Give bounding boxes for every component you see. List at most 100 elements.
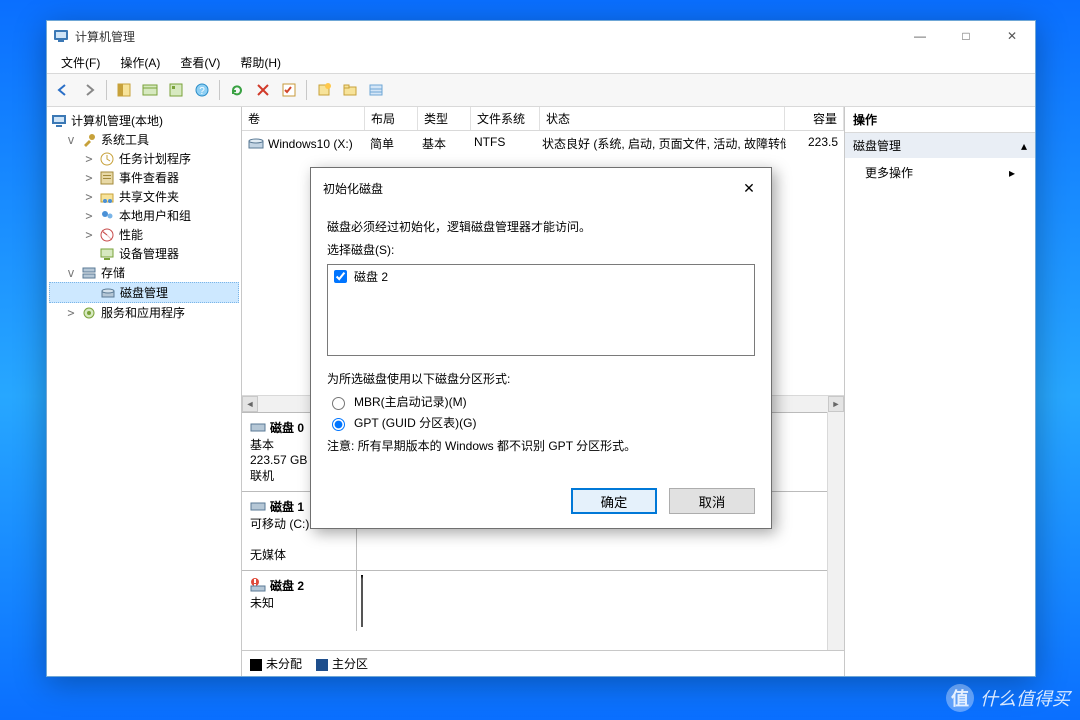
toolbar-sep — [219, 80, 220, 100]
clock-icon — [99, 151, 115, 167]
dialog-close-button[interactable]: ✕ — [737, 176, 761, 200]
menu-view[interactable]: 查看(V) — [170, 52, 230, 73]
tree-services[interactable]: > 服务和应用程序 — [49, 303, 239, 322]
expander-icon[interactable]: v — [65, 266, 77, 280]
menu-help[interactable]: 帮助(H) — [230, 52, 291, 73]
legend-primary-label: 主分区 — [332, 657, 368, 671]
show-hide-tree-button[interactable] — [112, 78, 136, 102]
select-disk-label: 选择磁盘(S): — [327, 241, 755, 258]
maximize-button[interactable]: □ — [943, 21, 989, 51]
drive-alert-icon — [250, 577, 266, 593]
chevron-up-icon: ▴ — [1021, 139, 1027, 153]
chevron-right-icon: ▸ — [1009, 166, 1015, 180]
disk-checkbox[interactable] — [334, 270, 347, 283]
tree-label: 本地用户和组 — [119, 207, 191, 224]
disk-name: 磁盘 2 — [270, 577, 304, 594]
disk-select-label: 磁盘 2 — [354, 268, 388, 285]
col-volume[interactable]: 卷 — [242, 107, 365, 130]
close-button[interactable]: ✕ — [989, 21, 1035, 51]
actions-more[interactable]: 更多操作 ▸ — [845, 158, 1035, 187]
expander-icon[interactable]: v — [65, 133, 77, 147]
actions-more-label: 更多操作 — [865, 164, 913, 181]
expander-icon[interactable]: > — [83, 228, 95, 242]
help-button[interactable]: ? — [190, 78, 214, 102]
tree-label: 设备管理器 — [119, 245, 179, 262]
folder-button[interactable] — [338, 78, 362, 102]
tree-root-label: 计算机管理(本地) — [71, 112, 163, 129]
disk-row-2[interactable]: 磁盘 2 未知 — [242, 570, 827, 631]
disk-select-list[interactable]: 磁盘 2 — [327, 264, 755, 356]
expander-icon[interactable]: > — [83, 171, 95, 185]
list-view-button[interactable] — [364, 78, 388, 102]
v-scrollbar[interactable] — [827, 412, 844, 651]
partition-unallocated[interactable] — [361, 575, 363, 627]
tree-storage[interactable]: v 存储 — [49, 263, 239, 282]
actions-category[interactable]: 磁盘管理 ▴ — [845, 133, 1035, 158]
window-title: 计算机管理 — [75, 28, 897, 45]
volume-fs: NTFS — [468, 133, 536, 154]
tree-label: 性能 — [119, 226, 143, 243]
tree-eventvwr[interactable]: > 事件查看器 — [49, 168, 239, 187]
menu-action[interactable]: 操作(A) — [110, 52, 170, 73]
properties-button[interactable] — [164, 78, 188, 102]
tree-label: 存储 — [101, 264, 125, 281]
perf-icon — [99, 227, 115, 243]
expander-icon[interactable]: > — [83, 190, 95, 204]
scroll-left-icon[interactable]: ◄ — [242, 396, 258, 412]
disk-select-item[interactable]: 磁盘 2 — [330, 267, 752, 286]
volume-header[interactable]: 卷 布局 类型 文件系统 状态 容量 — [242, 107, 844, 131]
tree-shared[interactable]: > 共享文件夹 — [49, 187, 239, 206]
tree-label: 磁盘管理 — [120, 284, 168, 301]
mbr-option[interactable]: MBR(主启动记录)(M) — [327, 393, 755, 410]
gpt-radio[interactable] — [332, 418, 345, 431]
tree-label: 共享文件夹 — [119, 188, 179, 205]
watermark: 值 什么值得买 — [946, 684, 1070, 712]
volume-type: 基本 — [416, 133, 468, 154]
menu-file[interactable]: 文件(F) — [51, 52, 110, 73]
refresh-button[interactable] — [225, 78, 249, 102]
tree-diskmgmt[interactable]: 磁盘管理 — [49, 282, 239, 303]
console-tree[interactable]: 计算机管理(本地) v 系统工具 >任务计划程序 > 事件查看器 > 共享文件夹 > 本… — [47, 107, 242, 676]
new-button[interactable] — [312, 78, 336, 102]
tree-perf[interactable]: > 性能 — [49, 225, 239, 244]
tree-systools[interactable]: v 系统工具 — [49, 130, 239, 149]
tree-devmgr[interactable]: 设备管理器 — [49, 244, 239, 263]
checklist-button[interactable] — [277, 78, 301, 102]
cancel-button[interactable]: 取消 — [669, 488, 755, 514]
ok-button[interactable]: 确定 — [571, 488, 657, 514]
expander-icon[interactable]: > — [83, 209, 95, 223]
col-layout[interactable]: 布局 — [365, 107, 418, 130]
mbr-radio[interactable] — [332, 397, 345, 410]
dialog-intro: 磁盘必须经过初始化，逻辑磁盘管理器才能访问。 — [327, 218, 755, 235]
tree-root[interactable]: 计算机管理(本地) — [49, 111, 239, 130]
volume-row[interactable]: Windows10 (X:) 简单 基本 NTFS 状态良好 (系统, 启动, … — [242, 131, 844, 156]
event-icon — [99, 170, 115, 186]
tree-label: 服务和应用程序 — [101, 304, 185, 321]
tree-label: 事件查看器 — [119, 169, 179, 186]
delete-button[interactable] — [251, 78, 275, 102]
tree-localusers[interactable]: > 本地用户和组 — [49, 206, 239, 225]
actions-header: 操作 — [845, 107, 1035, 133]
tree-label: 系统工具 — [101, 131, 149, 148]
scroll-right-icon[interactable]: ► — [828, 396, 844, 412]
gpt-option[interactable]: GPT (GUID 分区表)(G) — [327, 414, 755, 431]
tree-scheduler[interactable]: >任务计划程序 — [49, 149, 239, 168]
dialog-titlebar[interactable]: 初始化磁盘 ✕ — [311, 168, 771, 206]
users-icon — [99, 208, 115, 224]
volume-name: Windows10 (X:) — [268, 137, 353, 151]
view-button[interactable] — [138, 78, 162, 102]
volume-layout: 简单 — [364, 133, 416, 154]
toolbar: ? — [47, 74, 1035, 107]
expander-icon[interactable]: > — [83, 152, 95, 166]
volume-icon — [248, 136, 264, 152]
col-type[interactable]: 类型 — [418, 107, 471, 130]
col-status[interactable]: 状态 — [540, 107, 785, 130]
nav-fwd-button[interactable] — [77, 78, 101, 102]
expander-icon[interactable]: > — [65, 306, 77, 320]
minimize-button[interactable]: — — [897, 21, 943, 51]
nav-back-button[interactable] — [51, 78, 75, 102]
tools-icon — [81, 132, 97, 148]
col-capacity[interactable]: 容量 — [785, 107, 844, 130]
col-fs[interactable]: 文件系统 — [471, 107, 540, 130]
titlebar[interactable]: 计算机管理 — □ ✕ — [47, 21, 1035, 51]
